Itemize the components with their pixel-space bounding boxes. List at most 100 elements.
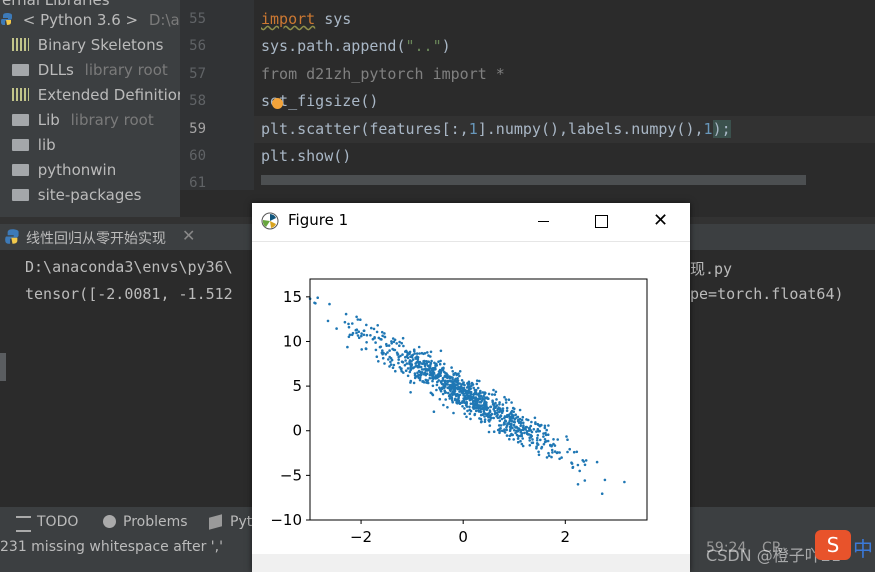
- scatter-point: [467, 381, 471, 385]
- scatter-point: [380, 330, 384, 334]
- folder-icon: [12, 113, 29, 126]
- scatter-point: [442, 366, 445, 370]
- scatter-point: [474, 396, 478, 399]
- scatter-point: [536, 422, 540, 426]
- tree-item-binary-skeletons[interactable]: Binary Skeletons: [12, 33, 163, 57]
- scatter-point: [530, 420, 533, 424]
- scatter-point: [521, 437, 524, 440]
- python-console-tab[interactable]: Pyt: [230, 514, 252, 530]
- scatter-point: [409, 391, 412, 394]
- scatter-point: [357, 336, 361, 340]
- scatter-point: [501, 407, 505, 410]
- todo-tab[interactable]: TODO: [37, 514, 78, 530]
- scatter-point: [509, 424, 513, 428]
- scatter-point: [479, 395, 483, 398]
- maximize-button[interactable]: [572, 203, 630, 241]
- scatter-point: [510, 409, 514, 413]
- tree-item-dlls[interactable]: DLLs library root: [12, 58, 168, 82]
- scatter-point: [509, 427, 512, 431]
- console-scroll-marker[interactable]: [0, 353, 6, 381]
- tree-item-python-sdk[interactable]: < Python 3.6 > D:\anac: [0, 8, 180, 32]
- scatter-point: [450, 392, 453, 395]
- run-tab-label[interactable]: 线性回归从零开始实现: [26, 228, 166, 248]
- scatter-point: [474, 409, 478, 413]
- scatter-point: [351, 331, 355, 335]
- scatter-point: [391, 366, 395, 369]
- scatter-point: [418, 376, 422, 379]
- scatter-point: [522, 421, 525, 425]
- scatter-point: [530, 430, 534, 434]
- scatter-point: [531, 438, 534, 441]
- scatter-point: [512, 424, 516, 427]
- y-tick-label: 5: [292, 377, 302, 395]
- scatter-point: [376, 324, 379, 327]
- scatter-point: [468, 398, 472, 402]
- code-line-57[interactable]: from d21zh_pytorch import *: [261, 65, 505, 83]
- tree-item-note: library root: [70, 111, 154, 129]
- scatter-point: [418, 373, 421, 377]
- scatter-point: [381, 349, 384, 352]
- intention-bulb-icon[interactable]: [272, 98, 283, 109]
- scatter-point: [431, 379, 434, 383]
- scatter-point: [475, 382, 479, 386]
- scatter-point: [461, 382, 464, 385]
- scatter-point: [560, 456, 563, 459]
- scatter-point: [347, 335, 351, 339]
- close-button[interactable]: ✕: [630, 203, 688, 241]
- scatter-point: [516, 437, 520, 440]
- scatter-point: [504, 401, 508, 404]
- scatter-point: [448, 377, 452, 380]
- scatter-point: [519, 434, 523, 437]
- scatter-point: [516, 415, 520, 419]
- code-line-60[interactable]: plt.show(): [261, 147, 351, 165]
- scatter-point: [444, 398, 447, 401]
- y-tick-label: 10: [283, 332, 302, 350]
- scatter-point: [536, 436, 539, 440]
- figure-window[interactable]: Figure 1 ✕ −10 −5 0 5 10 15 −2 0 2: [252, 203, 690, 572]
- tree-item-lib[interactable]: lib: [12, 133, 56, 157]
- scatter-point: [492, 388, 495, 392]
- close-icon[interactable]: ✕: [182, 226, 195, 245]
- scatter-point: [430, 369, 433, 372]
- scatter-point: [528, 444, 532, 447]
- scatter-point: [547, 424, 550, 427]
- minimize-button[interactable]: [514, 203, 572, 241]
- problems-tab[interactable]: Problems: [123, 514, 188, 530]
- code-line-59[interactable]: plt.scatter(features[:,1].numpy(),labels…: [261, 120, 731, 138]
- code-text: plt.scatter(features[:,: [261, 120, 469, 138]
- scatter-point: [514, 413, 517, 416]
- horizontal-scrollbar[interactable]: [261, 175, 806, 185]
- scatter-point: [510, 401, 513, 404]
- tree-item-site-packages[interactable]: site-packages: [12, 183, 141, 207]
- code-line-56[interactable]: sys.path.append(".."): [261, 37, 451, 55]
- scatter-point: [409, 368, 412, 372]
- scatter-point: [421, 380, 425, 383]
- scatter-point: [542, 442, 546, 446]
- scatter-point: [355, 331, 358, 335]
- scatter-point: [514, 431, 517, 435]
- scatter-point: [444, 391, 448, 394]
- code-line-55[interactable]: import sys: [261, 10, 351, 28]
- code-editor[interactable]: import sys sys.path.append("..") from d2…: [254, 0, 875, 190]
- scatter-point: [450, 396, 453, 399]
- scatter-point: [463, 412, 466, 416]
- scatter-point: [481, 406, 484, 410]
- scatter-point: [476, 386, 480, 390]
- status-message: 231 missing whitespace after ',': [0, 539, 223, 555]
- scatter-point: [359, 318, 362, 321]
- scatter-point: [443, 362, 446, 366]
- scatter-point: [578, 469, 581, 473]
- tree-item-lib-root[interactable]: Lib library root: [12, 108, 154, 132]
- scatter-point: [519, 439, 522, 443]
- scatter-point: [462, 386, 466, 390]
- scatter-point: [498, 415, 502, 418]
- tree-item-extended-definitions[interactable]: Extended Definition: [12, 83, 180, 107]
- scatter-point: [356, 334, 360, 337]
- code-text: ].numpy(),labels.numpy(),: [477, 120, 704, 138]
- scatter-point: [419, 365, 423, 369]
- scatter-point: [547, 454, 551, 458]
- tree-item-pythonwin[interactable]: pythonwin: [12, 158, 116, 182]
- scatter-point: [431, 393, 435, 397]
- scatter-point: [404, 349, 408, 353]
- python-icon: [0, 9, 14, 33]
